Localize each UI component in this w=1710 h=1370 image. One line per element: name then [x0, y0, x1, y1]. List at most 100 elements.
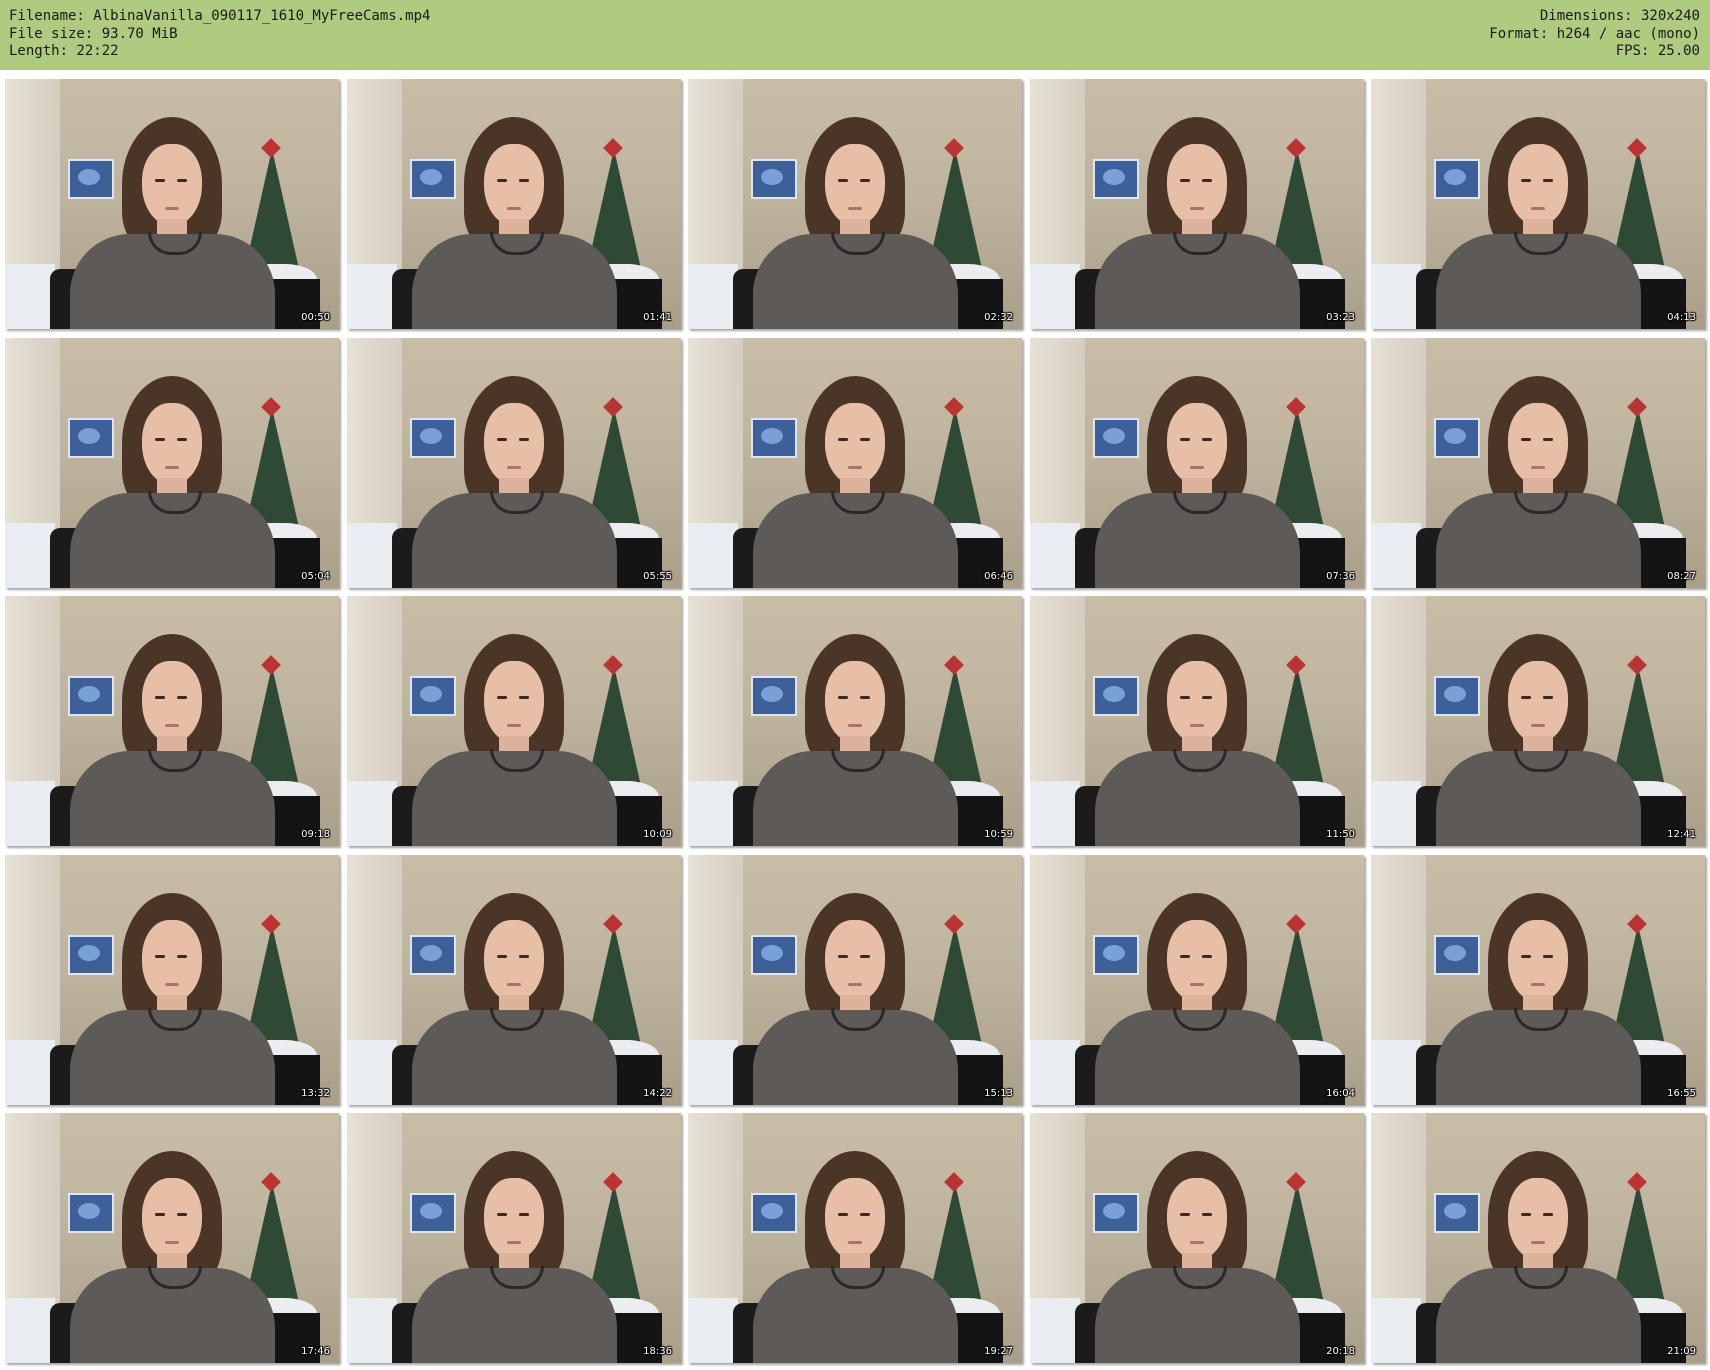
wall-picture [410, 935, 456, 975]
header-right-info: Dimensions: 320x240 Format: h264 / aac (m… [1489, 8, 1700, 61]
mouth [1531, 983, 1545, 986]
face-shape [484, 403, 544, 485]
video-thumbnail: 09:18 [5, 596, 339, 846]
wall-picture [1093, 159, 1139, 199]
mouth [848, 724, 862, 727]
face-shape [142, 144, 202, 226]
wall-picture [410, 159, 456, 199]
wall-picture [1093, 676, 1139, 716]
mouth [1531, 207, 1545, 210]
eye-left [155, 1213, 165, 1216]
header-left-info: Filename: AlbinaVanilla_090117_1610_MyFr… [9, 8, 430, 61]
wall-picture [1434, 1193, 1480, 1233]
video-thumbnail: 06:46 [688, 338, 1022, 588]
sweater [412, 491, 617, 588]
video-thumbnail: 04:13 [1371, 79, 1705, 329]
thumbnail-timestamp: 11:50 [1326, 829, 1355, 840]
mouth [165, 983, 179, 986]
door-shape [5, 264, 55, 329]
face-shape [484, 661, 544, 743]
mouth [507, 983, 521, 986]
face-shape [1508, 1178, 1568, 1260]
video-thumbnail: 10:59 [688, 596, 1022, 846]
face-shape [1167, 661, 1227, 743]
thumbnail-timestamp: 10:59 [984, 829, 1013, 840]
wall-picture [1093, 1193, 1139, 1233]
thumbnail-timestamp: 10:09 [643, 829, 672, 840]
eye-left [838, 696, 848, 699]
wall-picture [751, 159, 797, 199]
eye-right [1202, 955, 1212, 958]
mouth [1190, 1241, 1204, 1244]
eye-left [155, 179, 165, 182]
eye-right [1202, 179, 1212, 182]
mouth [1531, 466, 1545, 469]
wall-picture [1093, 935, 1139, 975]
eye-left [1180, 438, 1190, 441]
door-shape [688, 1040, 738, 1105]
filesize-text: File size: 93.70 MiB [9, 25, 178, 42]
sweater [412, 232, 617, 329]
door-shape [5, 1040, 55, 1105]
length-text: Length: 22:22 [9, 43, 119, 59]
mouth [507, 724, 521, 727]
eye-right [860, 179, 870, 182]
wall-picture [68, 159, 114, 199]
face-shape [142, 1178, 202, 1260]
face-shape [1508, 920, 1568, 1002]
door-shape [1030, 1040, 1080, 1105]
eye-left [497, 438, 507, 441]
eye-left [1180, 179, 1190, 182]
thumbnail-timestamp: 12:41 [1667, 829, 1696, 840]
face-shape [1167, 403, 1227, 485]
face-shape [1167, 144, 1227, 226]
mouth [848, 983, 862, 986]
sweater [1095, 491, 1300, 588]
face-shape [825, 144, 885, 226]
door-shape [1371, 781, 1421, 846]
wall-picture [410, 676, 456, 716]
mouth [507, 466, 521, 469]
eye-left [1521, 1213, 1531, 1216]
sweater [753, 232, 958, 329]
sweater [1095, 749, 1300, 846]
filename-text: Filename: AlbinaVanilla_090117_1610_MyFr… [9, 8, 431, 24]
sweater [1095, 1008, 1300, 1105]
eye-left [497, 1213, 507, 1216]
door-shape [1030, 523, 1080, 588]
eye-right [177, 438, 187, 441]
door-shape [347, 1040, 397, 1105]
eye-right [860, 438, 870, 441]
thumbnail-timestamp: 07:36 [1326, 571, 1355, 582]
door-shape [347, 781, 397, 846]
eye-left [497, 955, 507, 958]
eye-left [497, 179, 507, 182]
eye-right [1202, 1213, 1212, 1216]
eye-right [860, 955, 870, 958]
sweater [70, 232, 275, 329]
format-text: Format: h264 / aac (mono) [1489, 25, 1700, 42]
eye-right [1543, 955, 1553, 958]
eye-left [1521, 179, 1531, 182]
eye-right [519, 438, 529, 441]
thumbnail-timestamp: 05:55 [643, 571, 672, 582]
wall-picture [68, 676, 114, 716]
door-shape [688, 1298, 738, 1363]
eye-right [519, 1213, 529, 1216]
mouth [1531, 724, 1545, 727]
door-shape [1030, 781, 1080, 846]
eye-right [860, 696, 870, 699]
mouth [165, 1241, 179, 1244]
face-shape [484, 144, 544, 226]
door-shape [1371, 1298, 1421, 1363]
thumbnail-timestamp: 09:18 [301, 829, 330, 840]
sweater [1095, 232, 1300, 329]
mouth [165, 724, 179, 727]
face-shape [142, 403, 202, 485]
wall-picture [410, 418, 456, 458]
wall-picture [751, 418, 797, 458]
thumbnail-timestamp: 19:27 [984, 1346, 1013, 1357]
eye-right [519, 955, 529, 958]
wall-picture [751, 676, 797, 716]
sweater [1436, 232, 1641, 329]
